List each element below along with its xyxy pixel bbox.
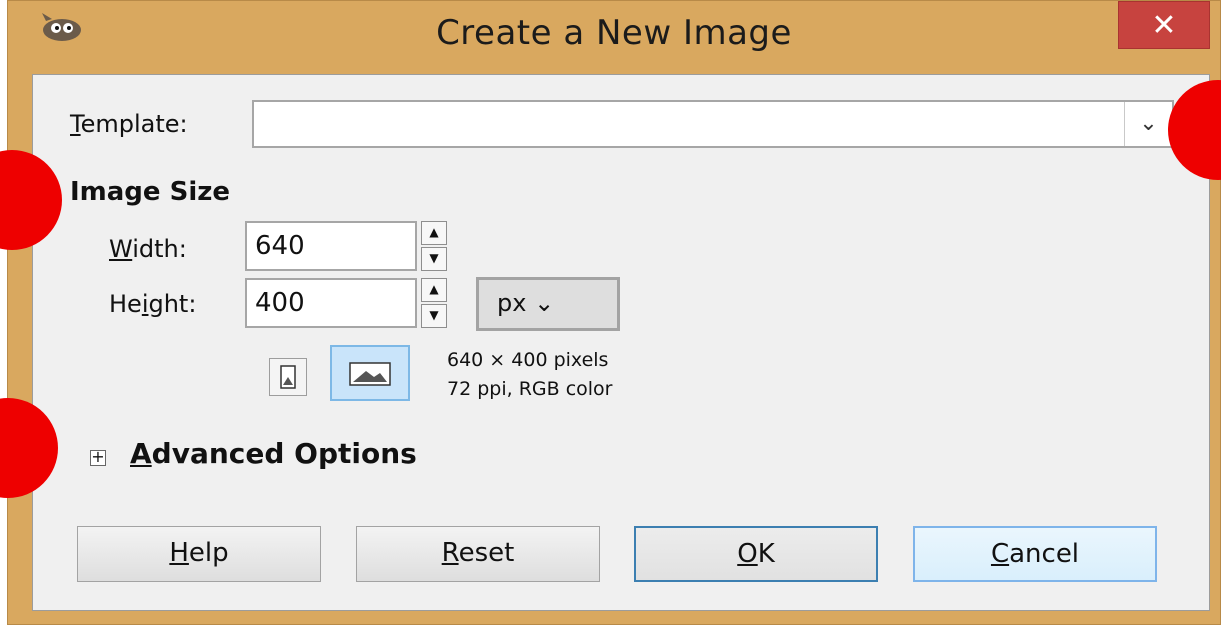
template-dropdown-button[interactable]: ⌄ [1124, 102, 1172, 146]
portrait-icon [280, 365, 296, 389]
cancel-button[interactable]: Cancel [913, 526, 1157, 582]
help-button[interactable]: Help [77, 526, 321, 582]
chevron-down-icon: ⌄ [1139, 111, 1158, 136]
width-input[interactable]: 640 [245, 221, 417, 271]
unit-value: px [497, 289, 527, 317]
template-combobox[interactable]: ⌄ [252, 100, 1174, 148]
width-increment-button[interactable]: ▲ [421, 221, 447, 245]
ok-button[interactable]: OK [634, 526, 878, 582]
image-resolution-info: 72 ppi, RGB color [447, 378, 613, 400]
window-title: Create a New Image [436, 13, 792, 53]
title-bar[interactable]: Create a New Image ✕ [8, 1, 1220, 76]
image-size-heading: Image Size [70, 177, 231, 207]
width-spinner[interactable]: ▲ ▼ [421, 221, 447, 271]
close-button[interactable]: ✕ [1118, 1, 1210, 49]
height-spinner[interactable]: ▲ ▼ [421, 278, 447, 328]
height-label: Height: [109, 290, 197, 318]
chevron-down-icon: ⌄ [534, 289, 555, 317]
dialog-content: Template: ⌄ Image Size Width: 640 ▲ ▼ He… [32, 74, 1210, 611]
width-label: Width: [109, 235, 187, 263]
dialog-window: Create a New Image ✕ Template: ⌄ Image S… [7, 0, 1221, 625]
template-label: Template: [70, 110, 188, 138]
close-icon: ✕ [1151, 8, 1177, 43]
portrait-button[interactable] [269, 358, 307, 396]
height-input[interactable]: 400 [245, 278, 417, 328]
landscape-icon [349, 362, 391, 386]
width-decrement-button[interactable]: ▼ [421, 247, 447, 271]
expand-plus-icon[interactable]: + [90, 449, 106, 466]
unit-select[interactable]: px ⌄ [476, 277, 620, 331]
image-dimensions-info: 640 × 400 pixels [447, 349, 609, 371]
height-increment-button[interactable]: ▲ [421, 278, 447, 302]
height-decrement-button[interactable]: ▼ [421, 304, 447, 328]
advanced-options-expander[interactable]: Advanced Options [130, 437, 417, 470]
reset-button[interactable]: Reset [356, 526, 600, 582]
landscape-button[interactable] [330, 345, 410, 401]
